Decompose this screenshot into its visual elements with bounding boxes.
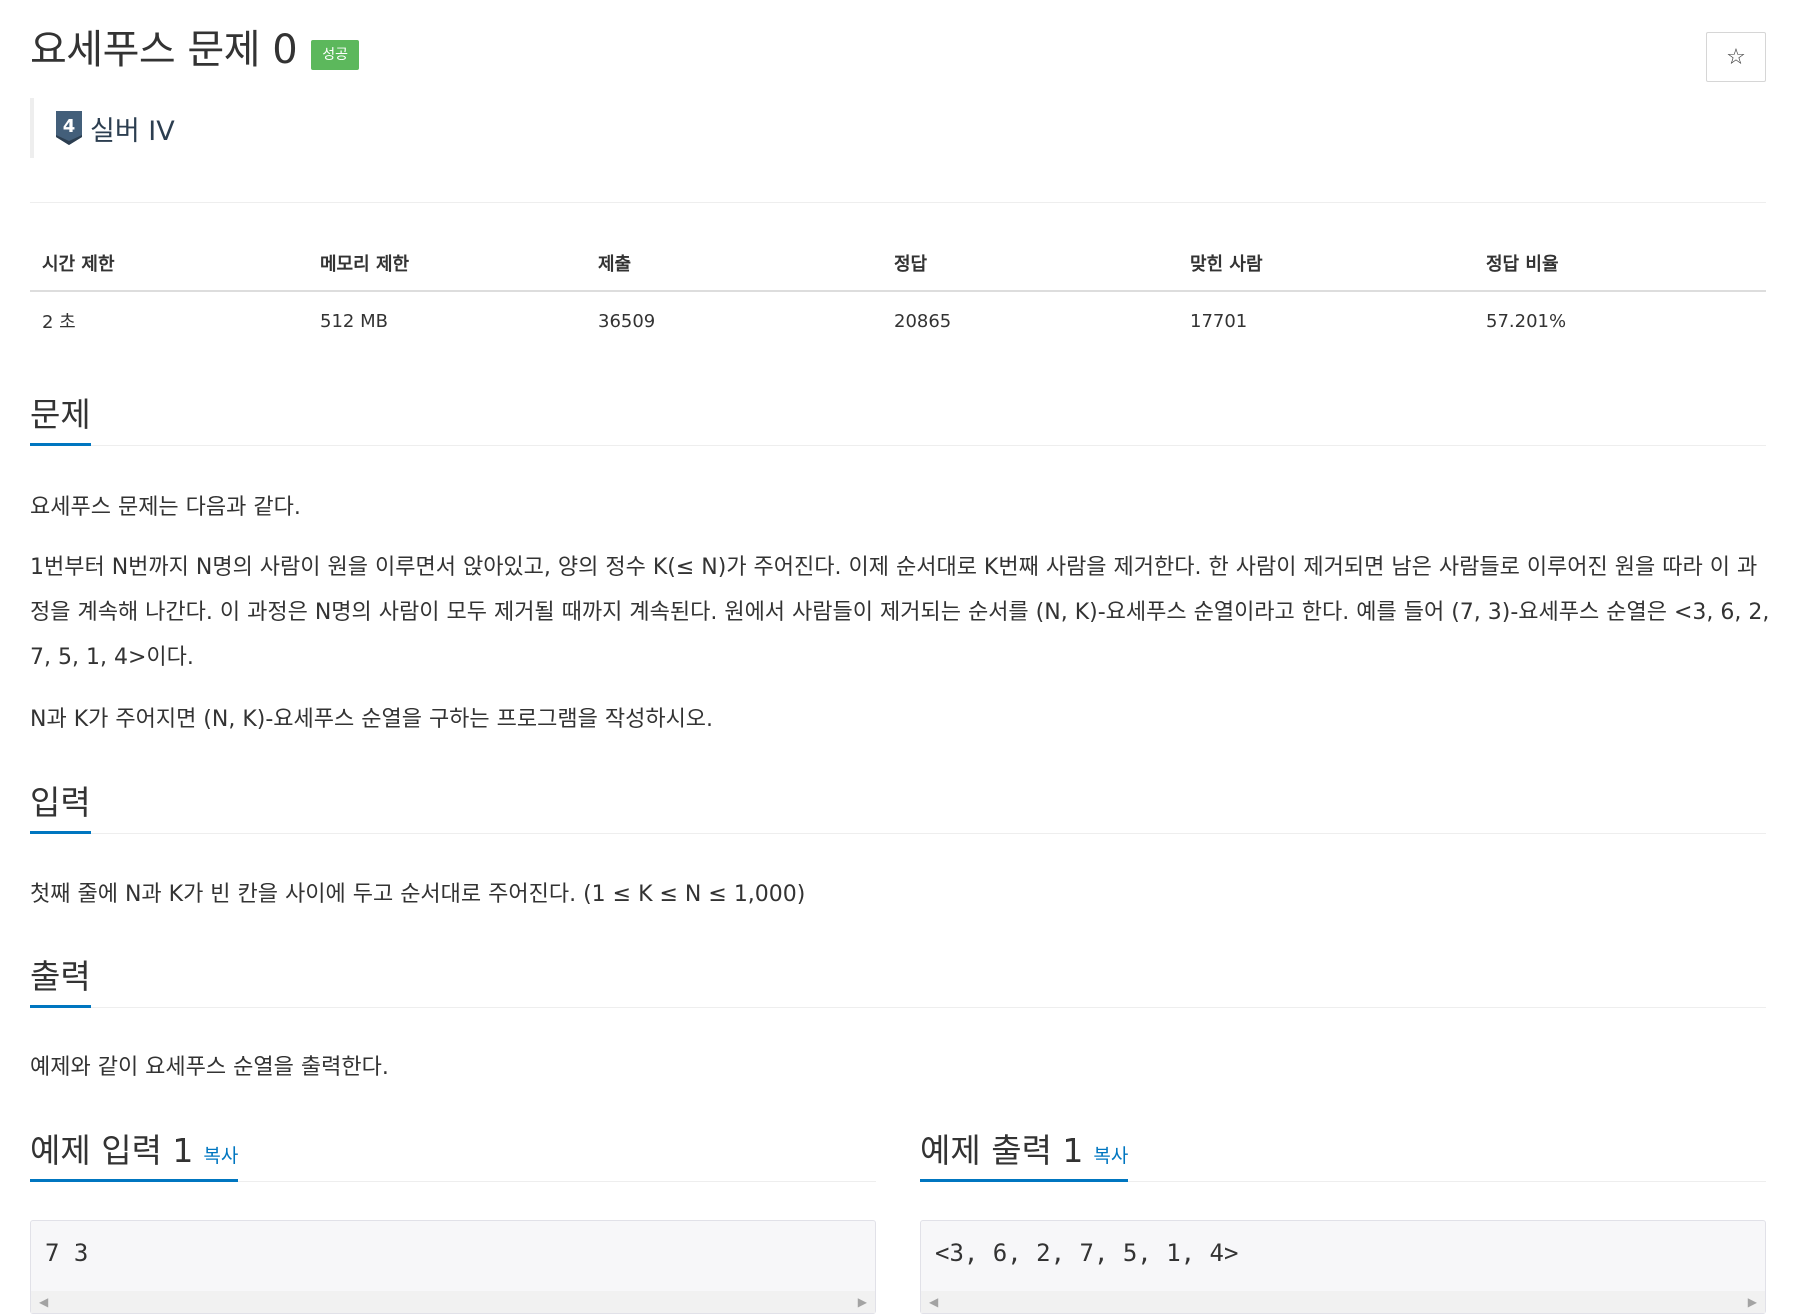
tier-info: 4 실버 IV bbox=[30, 98, 175, 158]
silver-tier-icon: 4 bbox=[56, 111, 82, 145]
input-heading: 입력 bbox=[30, 783, 91, 834]
tier-level: 4 bbox=[63, 116, 76, 137]
sample-output-title: 예제 출력 1 bbox=[920, 1131, 1084, 1171]
title-row: 요세푸스 문제 0 성공 bbox=[30, 28, 359, 72]
sample-output-copy-link[interactable]: 복사 bbox=[1093, 1145, 1128, 1167]
ratio-value: 57.201% bbox=[1486, 310, 1567, 332]
scroll-right-icon[interactable]: ▶ bbox=[858, 1295, 867, 1309]
stats-header-accepted: 정답 bbox=[882, 236, 1178, 292]
output-description: 예제와 같이 요세푸스 순열을 출력한다. bbox=[30, 1055, 389, 1080]
stats-header-time-limit: 시간 제한 bbox=[30, 236, 308, 292]
problem-stats-table: 시간 제한 메모리 제한 제출 정답 맞힌 사람 정답 비율 2 초 512 M… bbox=[30, 236, 1766, 350]
scroll-left-icon[interactable]: ◀ bbox=[929, 1295, 938, 1309]
problem-page: 요세푸스 문제 0 성공 ☆ 4 실버 IV 시간 제한 메모리 제한 제출 정… bbox=[0, 0, 1798, 1314]
problem-heading: 문제 bbox=[30, 395, 91, 446]
stats-header-memory-limit: 메모리 제한 bbox=[308, 236, 586, 292]
sample-output-code: <3, 6, 2, 7, 5, 1, 4> bbox=[935, 1239, 1239, 1267]
accepted-value[interactable]: 20865 bbox=[882, 291, 1178, 350]
sample-input-code: 7 3 bbox=[45, 1239, 89, 1267]
scroll-right-icon[interactable]: ▶ bbox=[1748, 1295, 1757, 1309]
problem-section-header: 문제 bbox=[30, 393, 1766, 446]
stats-header-solved-users: 맞힌 사람 bbox=[1178, 236, 1474, 292]
sample-input-copy-link[interactable]: 복사 bbox=[203, 1145, 238, 1167]
stats-header-row: 시간 제한 메모리 제한 제출 정답 맞힌 사람 정답 비율 bbox=[30, 236, 1766, 292]
scroll-left-icon[interactable]: ◀ bbox=[39, 1295, 48, 1309]
tier-label: 실버 IV bbox=[90, 115, 175, 147]
submissions-value[interactable]: 36509 bbox=[586, 291, 882, 350]
time-limit-value: 2 초 bbox=[42, 312, 76, 333]
star-icon: ☆ bbox=[1726, 44, 1746, 70]
sample-output-header: 예제 출력 1 복사 bbox=[920, 1129, 1766, 1182]
output-heading: 출력 bbox=[30, 957, 91, 1008]
sample-output-heading: 예제 출력 1 복사 bbox=[920, 1131, 1129, 1182]
problem-title: 요세푸스 문제 0 bbox=[30, 27, 298, 73]
stats-value-row: 2 초 512 MB 36509 20865 17701 57.201% bbox=[30, 291, 1766, 350]
stats-header-ratio: 정답 비율 bbox=[1474, 236, 1766, 292]
sample-input-heading: 예제 입력 1 복사 bbox=[30, 1131, 239, 1182]
sample-input-scrollbar[interactable]: ◀ ▶ bbox=[31, 1291, 875, 1313]
sample-output-scrollbar[interactable]: ◀ ▶ bbox=[921, 1291, 1765, 1313]
input-section-header: 입력 bbox=[30, 781, 1766, 834]
input-description: 첫째 줄에 N과 K가 빈 칸을 사이에 두고 순서대로 주어진다. (1 ≤ … bbox=[30, 882, 806, 907]
divider bbox=[30, 202, 1766, 203]
sample-input-box: 7 3 ◀ ▶ bbox=[30, 1220, 876, 1314]
status-badge: 성공 bbox=[311, 40, 359, 70]
sample-input-title: 예제 입력 1 bbox=[30, 1131, 194, 1171]
problem-paragraph-2: 1번부터 N번까지 N명의 사람이 원을 이루면서 앉아있고, 양의 정수 K(… bbox=[30, 555, 1770, 670]
sample-output-box: <3, 6, 2, 7, 5, 1, 4> ◀ ▶ bbox=[920, 1220, 1766, 1314]
solved-users-value[interactable]: 17701 bbox=[1178, 291, 1474, 350]
problem-paragraph-3: N과 K가 주어지면 (N, K)-요세푸스 순열을 구하는 프로그램을 작성하… bbox=[30, 707, 714, 732]
sample-input-header: 예제 입력 1 복사 bbox=[30, 1129, 876, 1182]
favorite-star-button[interactable]: ☆ bbox=[1706, 32, 1766, 82]
memory-limit-value: 512 MB bbox=[320, 310, 388, 332]
problem-paragraph-1: 요세푸스 문제는 다음과 같다. bbox=[30, 495, 301, 520]
stats-header-submissions: 제출 bbox=[586, 236, 882, 292]
output-section-header: 출력 bbox=[30, 955, 1766, 1008]
